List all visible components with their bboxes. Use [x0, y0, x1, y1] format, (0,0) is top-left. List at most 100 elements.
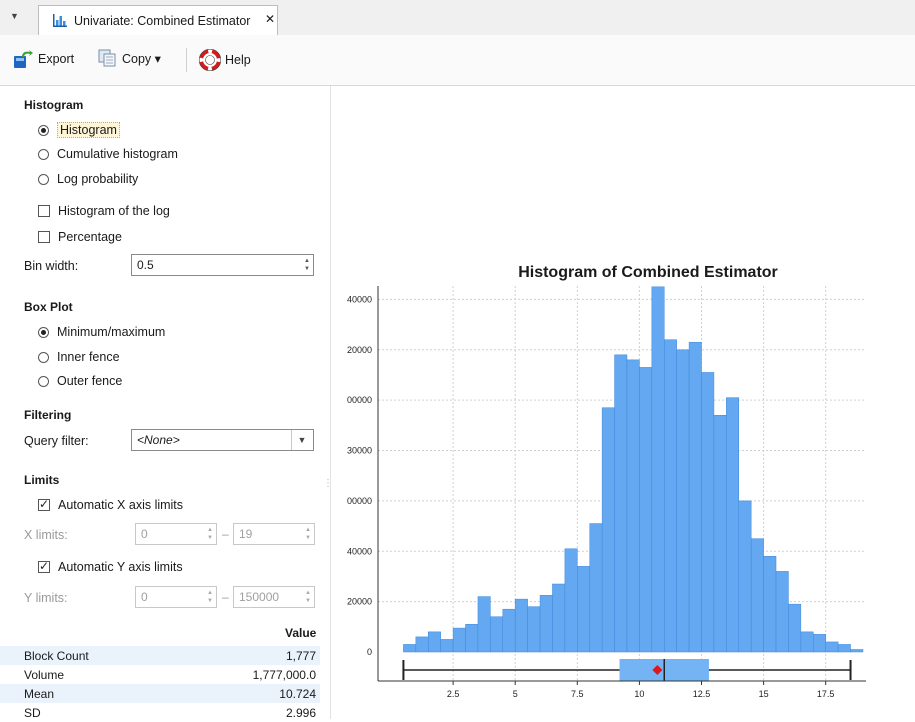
histogram-bars: [403, 286, 864, 653]
boxplot-section-title: Box Plot: [24, 300, 73, 314]
histogram-section-title: Histogram: [24, 98, 84, 112]
radio-outer-fence[interactable]: Outer fence: [38, 374, 122, 388]
histogram-bar: [564, 548, 578, 653]
radio-log-probability[interactable]: Log probability: [38, 172, 138, 186]
radio-histogram[interactable]: Histogram: [38, 122, 120, 138]
help-button[interactable]: Help: [199, 49, 251, 71]
histogram-bar: [589, 523, 603, 653]
box-plot: [402, 659, 852, 681]
checkbox-percentage-label: Percentage: [58, 230, 122, 244]
histogram-bar: [850, 649, 864, 653]
radio-outer-fence-label: Outer fence: [57, 374, 123, 388]
histogram-bar: [738, 500, 752, 653]
x-min-field[interactable]: 0 ▲ ▼: [135, 523, 217, 545]
x-tick-label: 2.5: [447, 689, 460, 699]
y-max-stepper[interactable]: ▲ ▼: [304, 589, 312, 605]
x-tick-label: 12.5: [693, 689, 711, 699]
checkbox-histogram-of-log[interactable]: Histogram of the log: [38, 204, 170, 218]
tab-menu-dropdown[interactable]: ▼: [10, 11, 19, 21]
histogram-bar: [788, 603, 802, 653]
radio-minimum-maximum[interactable]: Minimum/maximum: [38, 325, 165, 339]
checkbox-auto-x-limits[interactable]: Automatic X axis limits: [38, 498, 183, 512]
histogram-bar: [465, 624, 479, 653]
copy-button[interactable]: Copy ▾: [98, 49, 161, 67]
histogram-icon: [53, 14, 67, 27]
histogram-bar: [651, 286, 665, 653]
table-row: Mean 10.724: [0, 684, 320, 703]
export-icon: [14, 50, 33, 68]
histogram-bar: [775, 571, 789, 653]
checkbox[interactable]: [38, 205, 50, 217]
x-min-stepper[interactable]: ▲ ▼: [206, 526, 214, 542]
histogram-bar: [614, 354, 628, 653]
x-tick-label: 15: [759, 689, 769, 699]
checkbox-auto-y-limits[interactable]: Automatic Y axis limits: [38, 560, 183, 574]
stat-value: 10.724: [279, 687, 316, 701]
histogram-bar: [577, 566, 590, 653]
bin-width-field[interactable]: 0.5 ▲ ▼: [131, 254, 314, 276]
auto-y-label: Automatic Y axis limits: [58, 560, 183, 574]
y-tick-label: 20000: [347, 597, 372, 607]
histogram-bar: [676, 349, 690, 653]
histogram-bar: [490, 616, 504, 653]
help-label: Help: [225, 53, 251, 67]
table-row: Volume 1,777,000.0: [0, 665, 320, 684]
y-min-field[interactable]: 0 ▲ ▼: [135, 586, 217, 608]
histogram-chart: Histogram of Combined Estimator 0 20000 40…: [347, 264, 866, 699]
value-column-header: Value: [285, 626, 317, 640]
radio-inner-fence[interactable]: Inner fence: [38, 350, 120, 364]
checkbox[interactable]: [38, 499, 50, 511]
x-max-value: 19: [239, 527, 253, 541]
export-button[interactable]: Export: [12, 49, 74, 69]
y-tick-label: 00000: [347, 496, 372, 506]
radio-button[interactable]: [38, 124, 49, 136]
radio-cumulative-histogram[interactable]: Cumulative histogram: [38, 147, 178, 161]
histogram-bar: [539, 595, 553, 653]
bin-width-stepper[interactable]: ▲ ▼: [303, 257, 311, 273]
filtering-section-title: Filtering: [24, 408, 72, 422]
histogram-bar: [663, 339, 677, 653]
radio-button[interactable]: [38, 148, 49, 160]
close-icon[interactable]: ✕: [265, 12, 275, 26]
x-axis-ticks: 2.5 5 7.5 10 12.5 15 17.5: [447, 681, 835, 699]
radio-button[interactable]: [38, 173, 49, 185]
y-min-stepper[interactable]: ▲ ▼: [206, 589, 214, 605]
radio-cumulative-label: Cumulative histogram: [57, 147, 178, 161]
y-tick-label: 0: [367, 647, 372, 657]
checkbox-percentage[interactable]: Percentage: [38, 230, 122, 244]
query-filter-dropdown[interactable]: <None> ▼: [131, 429, 314, 451]
chevron-down-icon[interactable]: ▼: [291, 430, 312, 450]
checkbox[interactable]: [38, 561, 50, 573]
x-min-value: 0: [141, 527, 148, 541]
tab-univariate[interactable]: Univariate: Combined Estimator ✕: [38, 5, 278, 35]
radio-log-probability-label: Log probability: [57, 172, 139, 186]
histogram-bar: [813, 634, 826, 653]
x-range-dash: –: [222, 527, 229, 541]
x-tick-label: 10: [634, 689, 644, 699]
y-min-value: 0: [141, 590, 148, 604]
histogram-bar: [452, 627, 466, 653]
limits-section-title: Limits: [24, 473, 60, 487]
y-tick-label: 00000: [347, 395, 372, 405]
toolbar-separator: [186, 48, 187, 72]
histogram-bar: [477, 596, 491, 653]
histogram-bar: [552, 583, 566, 653]
radio-minmax-label: Minimum/maximum: [57, 325, 166, 339]
radio-button[interactable]: [38, 375, 49, 387]
options-panel: Histogram Histogram Cumulative histogram…: [0, 86, 331, 720]
x-max-stepper[interactable]: ▲ ▼: [304, 526, 312, 542]
radio-inner-fence-label: Inner fence: [57, 350, 120, 364]
export-label: Export: [38, 52, 75, 66]
histogram-bar: [502, 608, 516, 653]
x-limits-label: X limits:: [24, 528, 68, 542]
radio-button[interactable]: [38, 326, 49, 338]
histogram-bar: [713, 415, 727, 653]
histogram-bar: [403, 644, 417, 653]
radio-button[interactable]: [38, 351, 49, 363]
x-tick-label: 17.5: [817, 689, 835, 699]
y-max-field[interactable]: 150000 ▲ ▼: [233, 586, 315, 608]
checkbox[interactable]: [38, 231, 50, 243]
histogram-bar: [601, 407, 615, 653]
query-filter-label: Query filter:: [24, 434, 89, 448]
x-max-field[interactable]: 19 ▲ ▼: [233, 523, 315, 545]
